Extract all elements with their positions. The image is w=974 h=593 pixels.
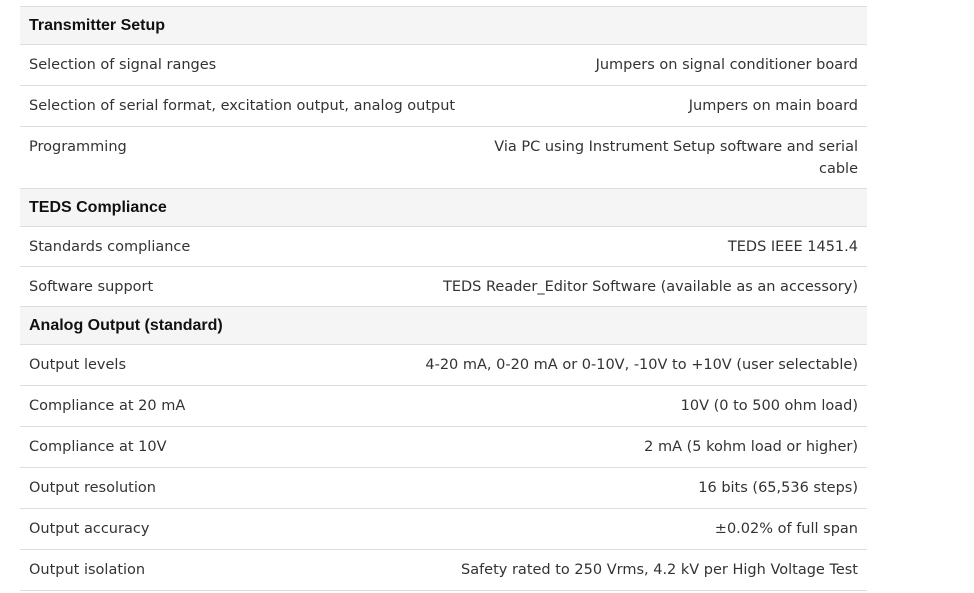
spec-label: Software support [29, 279, 154, 295]
spec-row: Output isolation Safety rated to 250 Vrm… [20, 550, 867, 591]
spec-label: Standards compliance [29, 239, 191, 255]
section-title: Analog Output (standard) [29, 316, 223, 334]
spec-value: Via PC using Instrument Setup software a… [494, 139, 858, 177]
spec-label: Programming [29, 139, 127, 155]
spec-label: Output accuracy [29, 521, 150, 537]
spec-value: 2 mA (5 kohm load or higher) [644, 439, 858, 455]
spec-value: 4-20 mA, 0-20 mA or 0-10V, -10V to +10V … [425, 357, 858, 373]
spec-value: TEDS IEEE 1451.4 [727, 239, 858, 255]
spec-row: Programming Via PC using Instrument Setu… [20, 127, 867, 189]
spec-row: Software support TEDS Reader_Editor Soft… [20, 267, 867, 307]
spec-row: Selection of signal ranges Jumpers on si… [20, 45, 867, 86]
spec-row: Standards compliance TEDS IEEE 1451.4 [20, 227, 867, 267]
spec-row: Output resolution 16 bits (65,536 steps) [20, 468, 867, 509]
spec-label: Output isolation [29, 562, 146, 578]
spec-value: 16 bits (65,536 steps) [698, 480, 858, 496]
spec-row: Compliance at 10V 2 mA (5 kohm load or h… [20, 427, 867, 468]
spec-label: Compliance at 10V [29, 439, 167, 455]
section-header-teds-compliance: TEDS Compliance [20, 189, 867, 227]
section-header-transmitter-setup: Transmitter Setup [20, 7, 867, 45]
spec-value: Jumpers on signal conditioner board [595, 57, 858, 73]
spec-label: Selection of signal ranges [29, 57, 217, 73]
spec-row: Output accuracy ±0.02% of full span [20, 509, 867, 550]
spec-value: TEDS Reader_Editor Software (available a… [443, 279, 858, 295]
spec-value: 10V (0 to 500 ohm load) [680, 398, 858, 414]
spec-row: Selection of serial format, excitation o… [20, 86, 867, 127]
spec-label: Compliance at 20 mA [29, 398, 186, 414]
spec-value: Safety rated to 250 Vrms, 4.2 kV per Hig… [460, 562, 858, 578]
spec-value: Jumpers on main board [688, 98, 858, 114]
spec-label: Selection of serial format, excitation o… [29, 98, 456, 114]
section-header-analog-output: Analog Output (standard) [20, 307, 867, 345]
spec-row: Output levels 4-20 mA, 0-20 mA or 0-10V,… [20, 345, 867, 386]
spec-value: ±0.02% of full span [714, 521, 858, 537]
spec-label: Output levels [29, 357, 127, 373]
spec-row: Compliance at 20 mA 10V (0 to 500 ohm lo… [20, 386, 867, 427]
section-title: Transmitter Setup [29, 16, 166, 34]
section-title: TEDS Compliance [29, 198, 167, 216]
spec-label: Output resolution [29, 480, 156, 496]
spec-table: Transmitter Setup Selection of signal ra… [20, 6, 867, 591]
